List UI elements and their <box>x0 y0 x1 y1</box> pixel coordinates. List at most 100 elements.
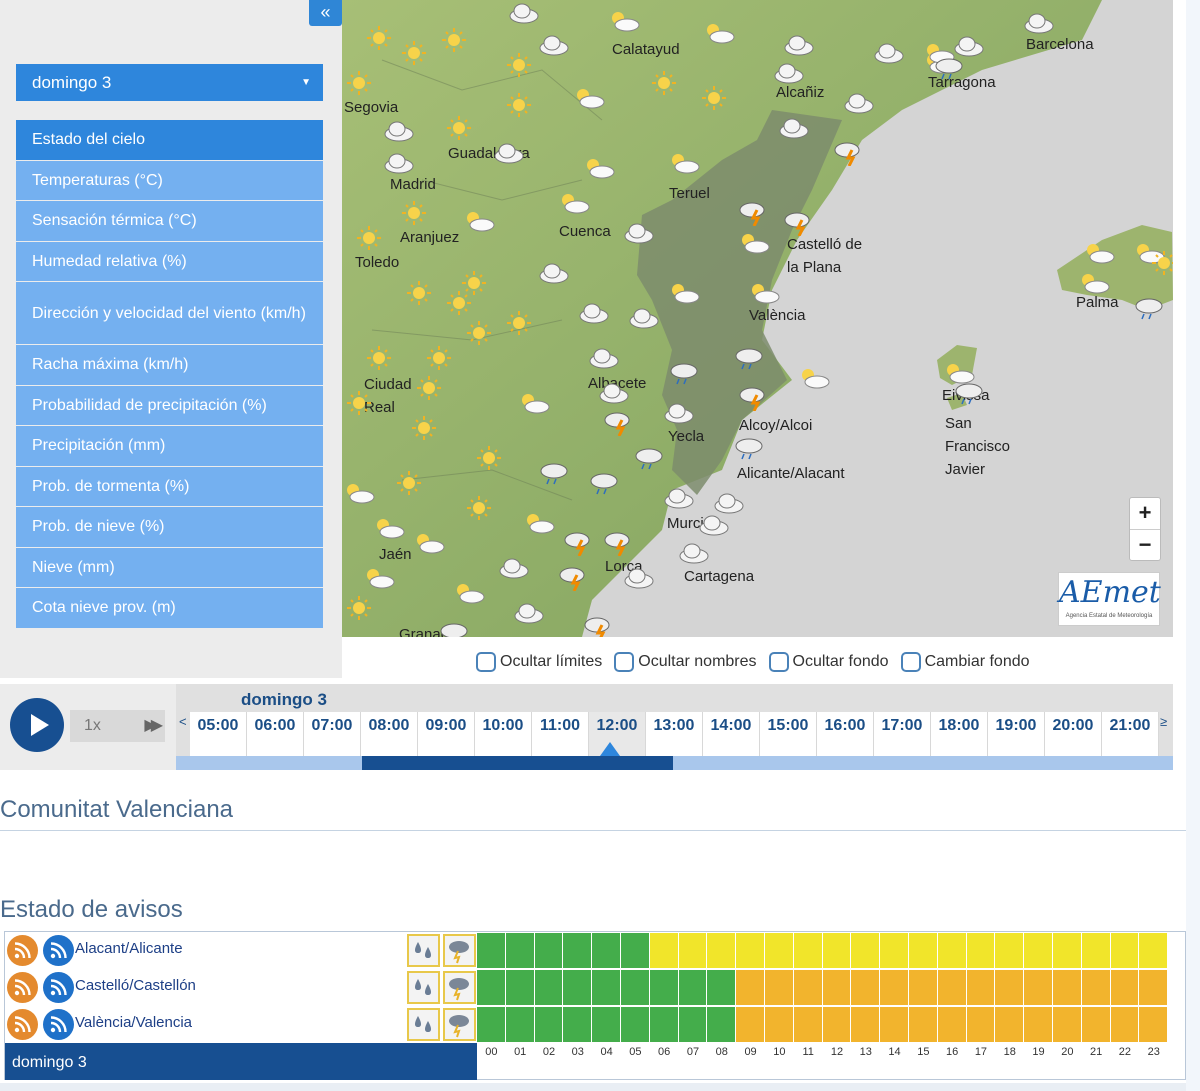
cloud-icon[interactable] <box>492 140 526 166</box>
warning-cell-yellow[interactable] <box>793 933 823 968</box>
warning-cell-orange[interactable] <box>1052 970 1082 1005</box>
cloud-icon[interactable] <box>627 305 661 331</box>
warning-cell-yellow[interactable] <box>1024 933 1053 968</box>
rss-feed-icon[interactable] <box>43 972 74 1003</box>
warning-cell-yellow[interactable] <box>908 933 938 968</box>
warning-cell-green[interactable] <box>620 933 650 968</box>
sun-cloud-icon[interactable] <box>1082 240 1116 266</box>
cloud-icon[interactable] <box>1022 10 1056 36</box>
rain-icon[interactable] <box>732 345 766 371</box>
warning-cell-orange[interactable] <box>793 970 823 1005</box>
warning-cell-orange[interactable] <box>851 970 881 1005</box>
sun-cloud-icon[interactable] <box>667 150 701 176</box>
warning-cell-green[interactable] <box>678 970 708 1005</box>
checkbox[interactable] <box>768 652 789 672</box>
rss-feed-icon[interactable] <box>7 972 38 1003</box>
timeline-hour[interactable]: 09:00 <box>418 712 475 756</box>
warning-cell-orange[interactable] <box>736 1007 765 1042</box>
zoom-in-button[interactable]: + <box>1130 498 1160 529</box>
sun-cloud-icon[interactable] <box>517 390 551 416</box>
layer-nieve[interactable]: Nieve (mm) <box>16 547 323 588</box>
warning-cell-yellow[interactable] <box>678 933 708 968</box>
sun-cloud-icon[interactable] <box>452 580 486 606</box>
rain-icon[interactable] <box>667 360 701 386</box>
play-button[interactable] <box>10 698 64 752</box>
zone-link[interactable]: Alacant/Alicante <box>75 940 183 957</box>
sun-icon[interactable] <box>442 290 476 316</box>
cloud-icon[interactable] <box>622 565 656 591</box>
storm-icon[interactable] <box>557 565 591 592</box>
warning-cell-orange[interactable] <box>880 1007 909 1042</box>
sun-cloud-icon[interactable] <box>737 230 771 256</box>
sun-icon[interactable] <box>397 200 431 226</box>
warning-cell-yellow[interactable] <box>707 933 737 968</box>
warning-cell-yellow[interactable] <box>1081 933 1111 968</box>
warning-cell-orange[interactable] <box>1081 1007 1111 1042</box>
sun-icon[interactable] <box>392 470 426 496</box>
timeline-track[interactable]: domingo 3 < 05:00 06:00 07:00 08:00 09:00 10:… <box>176 684 1173 770</box>
sun-icon[interactable] <box>407 415 441 441</box>
cloud-icon[interactable] <box>537 260 571 286</box>
cloud-icon[interactable] <box>382 150 416 176</box>
sun-cloud-icon[interactable] <box>362 565 396 591</box>
timeline-prev-icon[interactable]: < <box>179 714 187 729</box>
storm-icon[interactable] <box>737 385 771 412</box>
warning-cell-orange[interactable] <box>1024 1007 1053 1042</box>
layer-temperaturas[interactable]: Temperaturas (°C) <box>16 160 323 201</box>
timeline-hour[interactable]: 21:00 <box>1102 712 1159 756</box>
layer-sensacion-termica[interactable]: Sensación térmica (°C) <box>16 201 323 242</box>
timeline-hour[interactable]: 07:00 <box>304 712 361 756</box>
warning-cell-orange[interactable] <box>1110 970 1140 1005</box>
sun-icon[interactable] <box>412 375 446 401</box>
sun-icon[interactable] <box>502 310 536 336</box>
sun-cloud-icon[interactable] <box>667 280 701 306</box>
cloud-icon[interactable] <box>597 380 631 406</box>
storm-icon[interactable] <box>602 410 636 437</box>
sun-icon[interactable] <box>462 320 496 346</box>
cloud-icon[interactable] <box>842 90 876 116</box>
sun-icon[interactable] <box>472 445 506 471</box>
warning-cell-green[interactable] <box>592 1007 621 1042</box>
timeline-hour[interactable]: 20:00 <box>1045 712 1102 756</box>
warning-cell-yellow[interactable] <box>822 933 852 968</box>
warning-cell-green[interactable] <box>620 970 650 1005</box>
timeline-next-icon[interactable]: ≥ <box>1160 714 1167 729</box>
rain-icon[interactable] <box>952 380 986 406</box>
cloud-icon[interactable] <box>872 40 906 66</box>
layer-humedad[interactable]: Humedad relativa (%) <box>16 241 323 282</box>
fast-forward-icon[interactable]: ▶▶ <box>144 710 162 742</box>
warning-cell-yellow[interactable] <box>1139 933 1169 968</box>
layer-estado-cielo[interactable]: Estado del cielo <box>16 120 323 161</box>
cloud-icon[interactable] <box>512 600 546 626</box>
sun-cloud-icon[interactable] <box>372 515 406 541</box>
sun-icon[interactable] <box>442 115 476 141</box>
warning-cell-green[interactable] <box>592 970 621 1005</box>
rain-warning-icon[interactable] <box>407 934 440 967</box>
sun-icon[interactable] <box>362 345 396 371</box>
sun-cloud-icon[interactable] <box>702 20 736 46</box>
day-select[interactable]: domingo 3 ▼ <box>16 64 323 101</box>
storm-icon[interactable] <box>582 615 616 637</box>
warning-cell-green[interactable] <box>534 1007 564 1042</box>
sun-icon[interactable] <box>422 345 456 371</box>
rain-warning-icon[interactable] <box>407 971 440 1004</box>
rain-icon[interactable] <box>932 55 966 81</box>
warning-cell-green[interactable] <box>563 1007 593 1042</box>
warning-cell-green[interactable] <box>505 1007 535 1042</box>
rain-icon[interactable] <box>632 445 666 471</box>
layer-racha-maxima[interactable]: Racha máxima (km/h) <box>16 345 323 386</box>
warning-cell-green[interactable] <box>563 970 593 1005</box>
warning-cell-orange[interactable] <box>937 1007 967 1042</box>
checkbox[interactable] <box>900 652 921 672</box>
warning-cell-orange[interactable] <box>995 970 1025 1005</box>
layer-prob-tormenta[interactable]: Prob. de tormenta (%) <box>16 466 323 507</box>
rain-icon[interactable] <box>437 620 471 637</box>
storm-warning-icon[interactable] <box>443 934 476 967</box>
cloud-icon[interactable] <box>772 60 806 86</box>
warning-cell-orange[interactable] <box>822 1007 852 1042</box>
cloud-icon[interactable] <box>622 220 656 246</box>
warning-cell-green[interactable] <box>707 1007 737 1042</box>
cloud-icon[interactable] <box>587 345 621 371</box>
cloud-icon[interactable] <box>662 485 696 511</box>
warning-cell-yellow[interactable] <box>649 933 679 968</box>
